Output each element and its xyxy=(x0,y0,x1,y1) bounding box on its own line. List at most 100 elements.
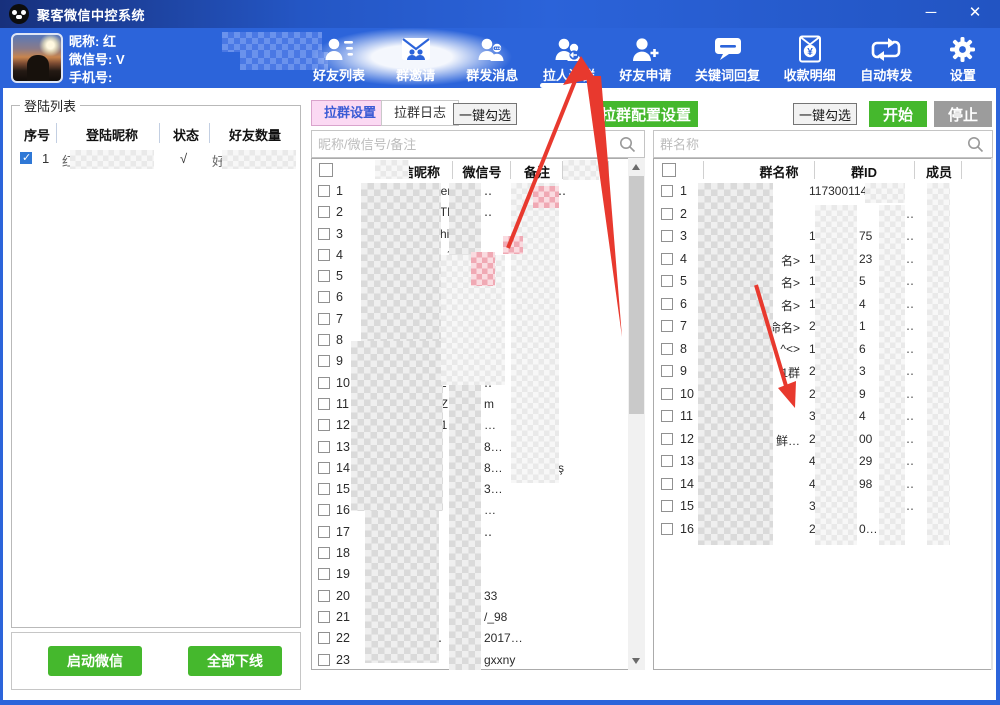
group-config-button[interactable]: 拉群配置设置 xyxy=(594,101,698,127)
row-checkbox[interactable] xyxy=(318,249,330,261)
login-row[interactable]: 1 红 √ 好 xyxy=(12,149,300,171)
contact-search-input[interactable] xyxy=(318,134,590,154)
row-checkbox[interactable] xyxy=(661,478,673,490)
start-wechat-button[interactable]: 启动微信 xyxy=(48,646,142,676)
row-checkbox[interactable] xyxy=(661,298,673,310)
settings-icon xyxy=(949,34,976,64)
col-members: 成员 xyxy=(919,162,959,181)
scroll-down-button[interactable] xyxy=(628,653,645,670)
row-checkbox[interactable] xyxy=(661,523,673,535)
group-scrollbar-track[interactable] xyxy=(991,158,993,670)
row-checkbox[interactable] xyxy=(318,504,330,516)
tool-keyword-reply[interactable]: 关键词回复 xyxy=(695,28,760,88)
row-checkbox[interactable] xyxy=(318,206,330,218)
row-checkbox[interactable] xyxy=(661,343,673,355)
tool-payment-detail[interactable]: ¥收款明细 xyxy=(783,28,837,88)
row-checkbox[interactable] xyxy=(318,270,330,282)
scrollbar-thumb[interactable] xyxy=(629,176,644,414)
svg-text:¥: ¥ xyxy=(807,47,813,58)
row-checkbox[interactable] xyxy=(318,291,330,303)
row-checkbox[interactable] xyxy=(318,313,330,325)
select-all-contacts-checkbox[interactable] xyxy=(319,163,333,177)
blur-patch xyxy=(365,511,439,663)
payment-detail-icon: ¥ xyxy=(797,34,823,64)
row-checkbox[interactable] xyxy=(318,590,330,602)
active-tool-indicator xyxy=(540,83,598,88)
row-checkbox[interactable] xyxy=(318,185,330,197)
row-checkbox[interactable] xyxy=(661,275,673,287)
row-checkbox[interactable] xyxy=(318,377,330,389)
row-checkbox[interactable] xyxy=(661,208,673,220)
blur-patch xyxy=(698,183,773,545)
col-count: 好友数量 xyxy=(214,125,296,144)
select-all-groups-checkbox[interactable] xyxy=(662,163,676,177)
row-checkbox[interactable] xyxy=(661,388,673,400)
blur-patch xyxy=(471,252,495,286)
tab-group-log[interactable]: 拉群日志 xyxy=(381,100,459,126)
row-checkbox[interactable] xyxy=(318,228,330,240)
col-status: 状态 xyxy=(164,125,208,144)
user-avatar xyxy=(11,33,63,83)
blur-patch xyxy=(222,150,296,169)
search-icon xyxy=(967,136,984,153)
blur-patch xyxy=(927,183,950,545)
minimize-button[interactable]: ─ xyxy=(914,0,948,28)
login-row-checkbox[interactable] xyxy=(20,152,32,164)
row-checkbox[interactable] xyxy=(318,419,330,431)
row-checkbox[interactable] xyxy=(318,611,330,623)
col-remark: 备注 xyxy=(512,162,562,181)
tool-group-send[interactable]: 群发消息 xyxy=(465,28,519,88)
tab-group-settings[interactable]: 拉群设置 xyxy=(311,100,389,126)
blur-patch xyxy=(375,160,409,179)
blur-patch xyxy=(879,205,905,545)
tool-friend-request[interactable]: 好友申请 xyxy=(618,28,672,88)
row-checkbox[interactable] xyxy=(318,632,330,644)
login-list-title: 登陆列表 xyxy=(20,96,80,115)
friend-request-icon xyxy=(630,34,660,64)
row-checkbox[interactable] xyxy=(318,526,330,538)
stop-button[interactable]: 停止 xyxy=(934,101,992,127)
blur-patch xyxy=(222,32,322,52)
row-checkbox[interactable] xyxy=(318,441,330,453)
search-icon xyxy=(619,136,636,153)
app-logo-icon xyxy=(9,4,29,24)
select-all-groups-button[interactable]: 一键勾选 xyxy=(793,103,857,125)
row-checkbox[interactable] xyxy=(318,568,330,580)
row-checkbox[interactable] xyxy=(661,433,673,445)
row-checkbox[interactable] xyxy=(661,230,673,242)
row-checkbox[interactable] xyxy=(661,455,673,467)
row-checkbox[interactable] xyxy=(661,253,673,265)
blur-patch xyxy=(815,205,857,545)
select-all-contacts-button[interactable]: 一键勾选 xyxy=(453,103,517,125)
row-checkbox[interactable] xyxy=(318,334,330,346)
tool-settings[interactable]: 设置 xyxy=(936,28,990,88)
tool-auto-forward[interactable]: 自动转发 xyxy=(859,28,913,88)
group-search-input[interactable] xyxy=(660,134,937,154)
all-offline-button[interactable]: 全部下线 xyxy=(188,646,282,676)
friend-list-icon xyxy=(324,34,354,64)
col-wechat-id: 微信号 xyxy=(447,162,517,181)
row-checkbox[interactable] xyxy=(318,483,330,495)
contact-scrollbar[interactable] xyxy=(628,158,645,670)
tool-invite-to-group[interactable]: 拉人进群 xyxy=(542,28,596,88)
row-checkbox[interactable] xyxy=(661,185,673,197)
tool-group-invite[interactable]: 群邀请 xyxy=(389,28,443,88)
row-checkbox[interactable] xyxy=(661,320,673,332)
left-buttons-box: 启动微信 全部下线 xyxy=(11,632,301,690)
row-checkbox[interactable] xyxy=(318,547,330,559)
col-group-id: 群ID xyxy=(834,162,894,181)
row-checkbox[interactable] xyxy=(661,410,673,422)
group-search xyxy=(653,130,993,158)
close-button[interactable]: ✕ xyxy=(958,0,992,28)
tool-friend-list[interactable]: 好友列表 xyxy=(312,28,366,88)
row-checkbox[interactable] xyxy=(318,654,330,666)
row-checkbox[interactable] xyxy=(318,398,330,410)
group-table-header: 群名称 群ID 成员 xyxy=(654,159,992,181)
row-checkbox[interactable] xyxy=(318,355,330,367)
col-seq: 序号 xyxy=(18,125,56,144)
scroll-up-button[interactable] xyxy=(628,158,645,175)
row-checkbox[interactable] xyxy=(661,365,673,377)
row-checkbox[interactable] xyxy=(661,500,673,512)
start-button[interactable]: 开始 xyxy=(869,101,927,127)
row-checkbox[interactable] xyxy=(318,462,330,474)
